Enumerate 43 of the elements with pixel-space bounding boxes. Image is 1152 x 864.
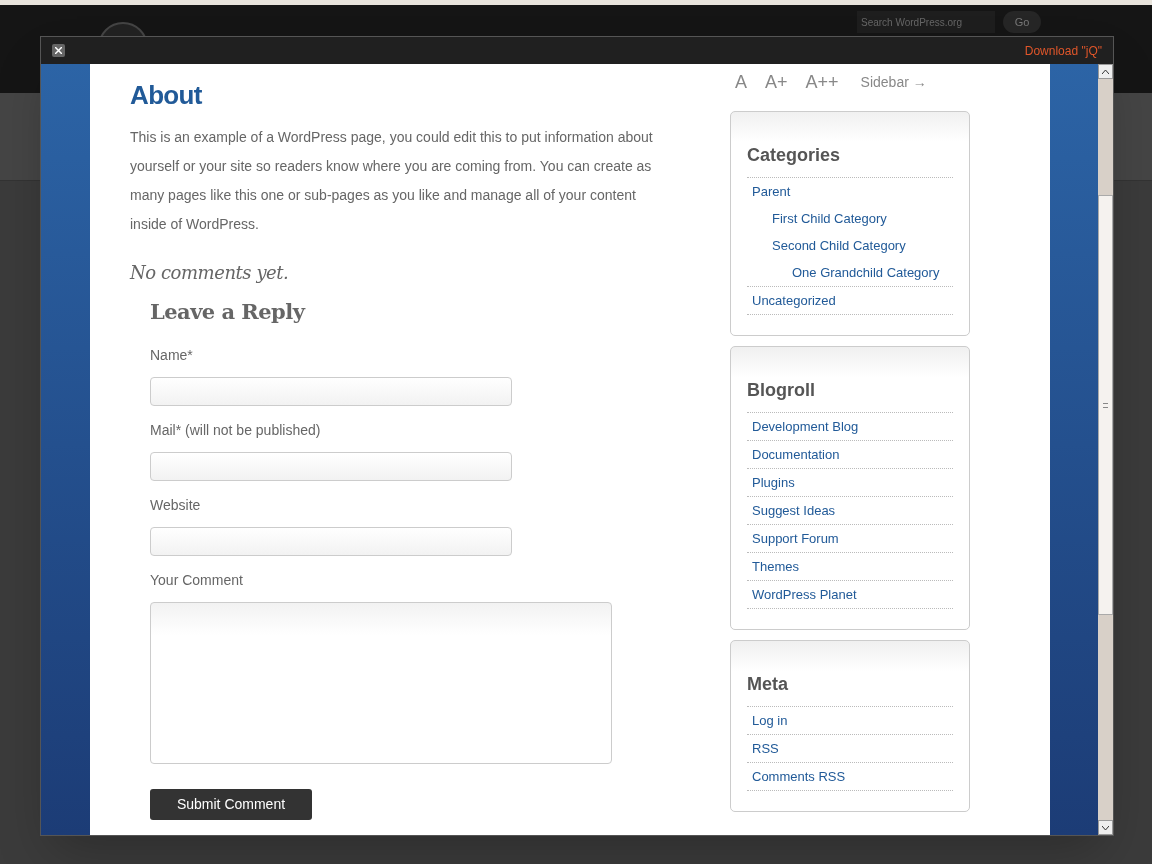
reply-heading: Leave a Reply [150,298,307,326]
field-label: Mail* (will not be published) [150,420,322,440]
field-label: Your Comment [150,570,244,590]
widget-list-link[interactable]: Log in [747,707,788,734]
widget-list-link[interactable]: First Child Category [747,205,887,232]
widget-list-link[interactable]: Plugins [747,469,795,496]
close-button[interactable] [52,44,65,57]
widget-list-link[interactable]: Second Child Category [747,232,906,259]
widget-list-link[interactable]: Parent [747,178,791,205]
sidebar-toggle-link[interactable]: Sidebar → [860,71,927,93]
font-size-link[interactable]: A+ [765,68,788,96]
input-field[interactable] [150,451,512,481]
widget-title: Meta [747,671,953,707]
input-field[interactable] [150,376,512,406]
widget-title: Categories [747,142,953,178]
widget-list-link[interactable]: Development Blog [747,413,859,440]
widget-title: Blogroll [747,377,953,413]
scrollbar-thumb[interactable] [1098,195,1113,615]
widget-list-link[interactable]: Support Forum [747,525,839,552]
font-size-link[interactable]: A [735,68,747,96]
field-label: Name* [150,345,194,365]
widget-list-link[interactable]: Comments RSS [747,763,846,790]
widget-list-link[interactable]: Uncategorized [747,287,836,314]
font-size-link[interactable]: A++ [805,68,839,96]
widget-list-link[interactable]: Suggest Ideas [747,497,836,524]
scrollbar[interactable] [1098,64,1113,835]
page-body-text: This is an example of a WordPress page, you could edit this to put information about yourself or your site so readers know where you are coming from. You can create as many pages like this one or sub-pages as you like and manage all of your content inside of WordPress. [130,128,654,234]
comments-note: No comments yet. [130,261,290,285]
field-label: Website [150,495,202,515]
page-title: About [130,79,203,111]
scroll-down-icon[interactable] [1102,825,1109,830]
download-link[interactable]: Download "jQ" [1024,41,1102,60]
input-field[interactable] [150,526,512,556]
scroll-up-icon[interactable] [1102,69,1109,74]
close-icon [55,47,62,54]
comment-field[interactable] [150,601,612,764]
widget-list-link[interactable]: RSS [747,735,779,762]
widget-list-link[interactable]: Documentation [747,441,840,468]
submit-button[interactable]: Submit Comment [150,788,312,820]
widget-list-link[interactable]: WordPress Planet [747,581,857,608]
widget-list-link[interactable]: Themes [747,553,799,580]
search-field[interactable]: Search WordPress.org [857,11,995,33]
widget-list-link[interactable]: One Grandchild Category [747,259,940,286]
